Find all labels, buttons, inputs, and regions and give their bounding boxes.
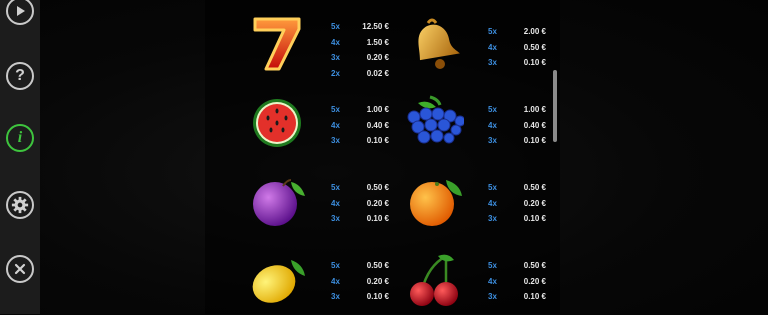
scrollbar[interactable] bbox=[553, 70, 557, 142]
sidebar: ? i bbox=[0, 0, 40, 314]
orange-icon bbox=[404, 172, 464, 232]
payout-row: 4x 0.20 € bbox=[331, 198, 389, 208]
play-button[interactable] bbox=[6, 0, 34, 25]
payout-row: 4x 0.50 € bbox=[488, 42, 546, 52]
watermelon-icon bbox=[247, 93, 307, 153]
close-button[interactable] bbox=[6, 255, 34, 283]
seven-icon bbox=[247, 13, 307, 73]
grapes-icon bbox=[404, 93, 466, 153]
payout-row: 5x 0.50 € bbox=[488, 261, 546, 270]
question-icon: ? bbox=[15, 67, 25, 84]
cherry-paytable: 5x 0.50 € 4x 0.20 € 3x 0.10 € bbox=[488, 258, 546, 305]
bell-paytable: 5x 2.00 € 4x 0.50 € 3x 0.10 € bbox=[488, 24, 546, 71]
payout-row: 4x 0.40 € bbox=[331, 120, 389, 130]
payout-row: 5x 1.00 € bbox=[488, 105, 546, 114]
play-icon bbox=[14, 5, 26, 17]
payout-row: 4x 0.20 € bbox=[331, 276, 389, 286]
lemon-icon bbox=[247, 250, 307, 310]
payout-row: 4x 1.50 € bbox=[331, 37, 389, 47]
settings-button[interactable] bbox=[6, 191, 34, 219]
payout-row: 5x 0.50 € bbox=[331, 183, 389, 192]
help-button[interactable]: ? bbox=[6, 62, 34, 90]
payout-row: 2x 0.02 € bbox=[331, 68, 389, 78]
payout-row: 3x 0.10 € bbox=[331, 214, 389, 223]
info-button[interactable]: i bbox=[6, 124, 34, 152]
payout-row: 3x 0.10 € bbox=[488, 214, 546, 223]
payout-row: 5x 0.50 € bbox=[331, 261, 389, 270]
cherry-icon bbox=[404, 250, 464, 310]
payout-row: 3x 0.10 € bbox=[488, 292, 546, 301]
lemon-paytable: 5x 0.50 € 4x 0.20 € 3x 0.10 € bbox=[331, 258, 389, 305]
payout-row: 3x 0.20 € bbox=[331, 53, 389, 62]
payout-row: 5x 12.50 € bbox=[331, 22, 389, 31]
payout-row: 5x 2.00 € bbox=[488, 27, 546, 36]
seven-paytable: 5x 12.50 € 4x 1.50 € 3x 0.20 € 2x 0.02 € bbox=[331, 19, 389, 81]
payout-row: 3x 0.10 € bbox=[331, 292, 389, 301]
payout-row: 4x 0.20 € bbox=[488, 198, 546, 208]
payout-row: 3x 0.10 € bbox=[331, 136, 389, 145]
close-icon bbox=[14, 263, 26, 275]
plum-paytable: 5x 0.50 € 4x 0.20 € 3x 0.10 € bbox=[331, 180, 389, 227]
watermelon-paytable: 5x 1.00 € 4x 0.40 € 3x 0.10 € bbox=[331, 102, 389, 149]
info-icon: i bbox=[17, 129, 23, 146]
bell-icon bbox=[404, 15, 464, 75]
payout-row: 4x 0.20 € bbox=[488, 276, 546, 286]
payout-row: 5x 1.00 € bbox=[331, 105, 389, 114]
payout-row: 3x 0.10 € bbox=[488, 58, 546, 67]
plum-icon bbox=[247, 172, 307, 232]
orange-paytable: 5x 0.50 € 4x 0.20 € 3x 0.10 € bbox=[488, 180, 546, 227]
gear-icon bbox=[11, 196, 29, 214]
payout-row: 5x 0.50 € bbox=[488, 183, 546, 192]
payout-row: 4x 0.40 € bbox=[488, 120, 546, 130]
payout-row: 3x 0.10 € bbox=[488, 136, 546, 145]
grapes-paytable: 5x 1.00 € 4x 0.40 € 3x 0.10 € bbox=[488, 102, 546, 149]
